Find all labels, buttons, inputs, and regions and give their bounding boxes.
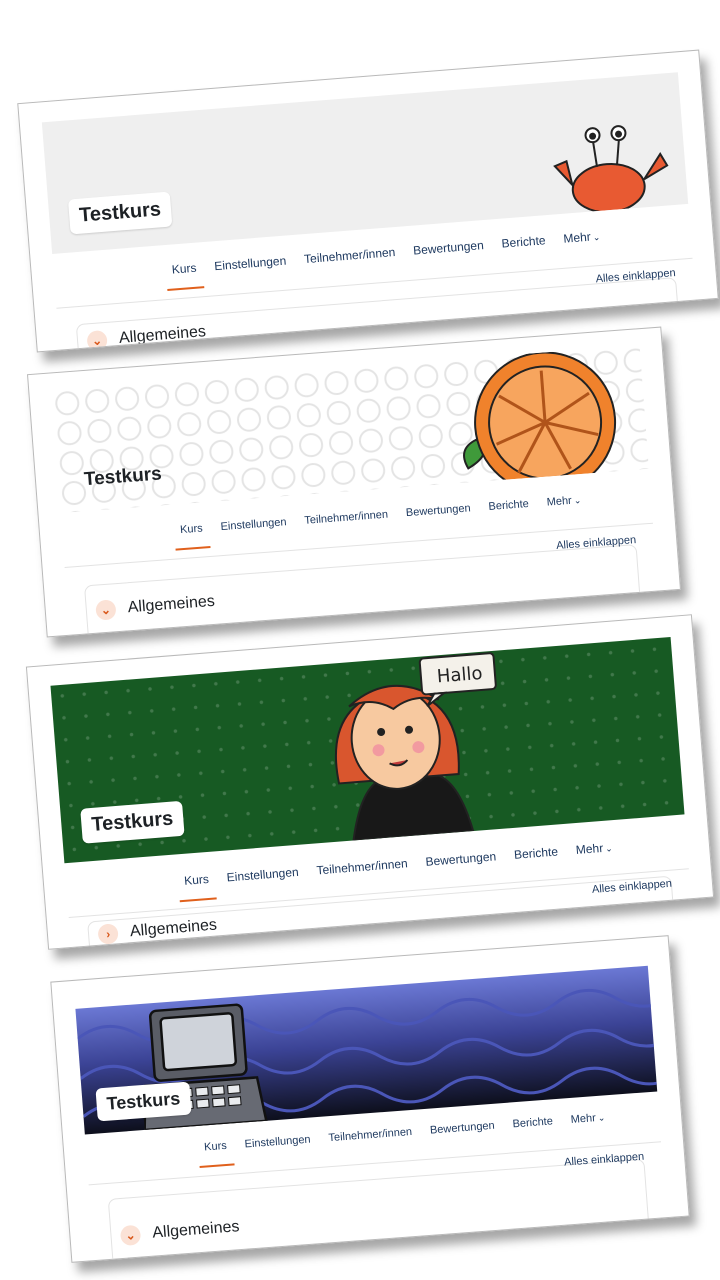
tab-kurs[interactable]: Kurs — [171, 261, 198, 291]
chevron-down-icon[interactable]: ⌄ — [86, 329, 108, 352]
course-card-1: Testkurs Kurs Einstellungen Teilnehmer/i… — [17, 49, 719, 353]
chevron-down-icon: ⌄ — [604, 843, 614, 854]
tab-bewertungen[interactable]: Bewertungen — [406, 502, 473, 533]
tab-mehr[interactable]: Mehr⌄ — [575, 840, 614, 871]
tab-kurs[interactable]: Kurs — [180, 522, 205, 550]
chevron-down-icon: ⌄ — [592, 231, 601, 243]
tab-berichte[interactable]: Berichte — [512, 1115, 554, 1144]
tab-bewertungen[interactable]: Bewertungen — [430, 1120, 497, 1151]
tab-kurs[interactable]: Kurs — [204, 1140, 229, 1168]
tab-berichte[interactable]: Berichte — [513, 844, 559, 875]
course-title: Testkurs — [80, 800, 185, 844]
tab-einstellungen[interactable]: Einstellungen — [244, 1134, 312, 1165]
course-nav-tabs: Kurs Einstellungen Teilnehmer/innen Bewe… — [180, 494, 583, 550]
tab-teilnehmer[interactable]: Teilnehmer/innen — [304, 245, 397, 280]
course-banner: Testkurs — [51, 345, 649, 514]
girl-illustration: Hallo — [334, 652, 497, 842]
tab-mehr[interactable]: Mehr⌄ — [563, 229, 602, 260]
course-title: Testkurs — [95, 1081, 192, 1122]
tab-bewertungen[interactable]: Bewertungen — [425, 849, 498, 882]
course-title: Testkurs — [67, 191, 173, 235]
tab-einstellungen[interactable]: Einstellungen — [220, 516, 288, 547]
tab-einstellungen[interactable]: Einstellungen — [214, 254, 288, 288]
tab-mehr[interactable]: Mehr⌄ — [546, 494, 582, 523]
orange-illustration — [463, 351, 617, 485]
tab-berichte[interactable]: Berichte — [488, 498, 530, 527]
crab-illustration — [553, 125, 669, 214]
course-banner: Hallo Testkurs — [50, 636, 685, 864]
course-banner: Testkurs — [41, 72, 689, 254]
speech-text: Hallo — [436, 663, 483, 688]
chevron-down-icon[interactable]: ⌄ — [119, 1224, 142, 1247]
tab-bewertungen[interactable]: Bewertungen — [413, 238, 486, 271]
course-card-2: Testkurs Kurs Einstellungen Teilnehmer/i… — [26, 326, 682, 638]
chevron-right-icon[interactable]: › — [97, 923, 119, 945]
tab-mehr[interactable]: Mehr⌄ — [570, 1111, 606, 1140]
section-box — [84, 543, 641, 638]
tab-einstellungen[interactable]: Einstellungen — [226, 865, 300, 899]
chevron-down-icon[interactable]: ⌄ — [95, 599, 117, 621]
tab-teilnehmer[interactable]: Teilnehmer/innen — [316, 856, 409, 891]
tab-teilnehmer[interactable]: Teilnehmer/innen — [304, 509, 389, 541]
course-banner: Testkurs — [75, 965, 658, 1135]
chevron-down-icon: ⌄ — [573, 495, 582, 506]
course-card-4: Testkurs Kurs Einstellungen Teilnehmer/i… — [50, 935, 690, 1263]
tab-kurs[interactable]: Kurs — [184, 872, 211, 902]
chevron-down-icon: ⌄ — [597, 1112, 606, 1123]
tab-teilnehmer[interactable]: Teilnehmer/innen — [328, 1126, 413, 1158]
course-card-3: Hallo Testkurs Kurs Einstellungen Teilne… — [25, 614, 715, 950]
tab-berichte[interactable]: Berichte — [501, 233, 547, 264]
section-box — [107, 1158, 650, 1263]
